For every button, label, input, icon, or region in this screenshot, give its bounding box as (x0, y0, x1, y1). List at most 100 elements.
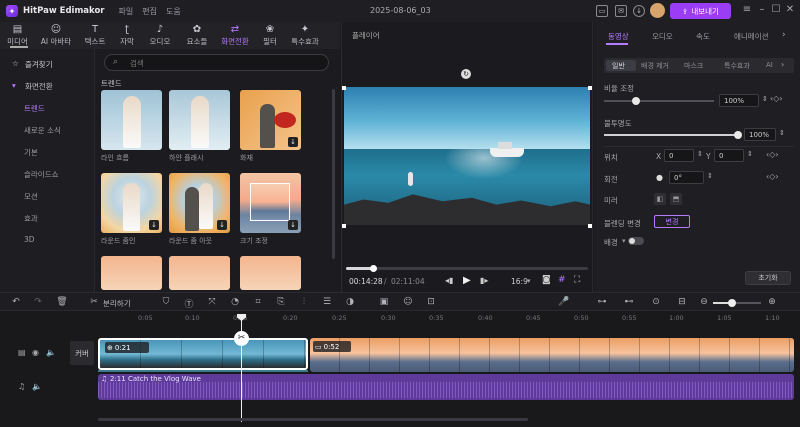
thumb-round-zoom-out[interactable]: ↓ (169, 173, 230, 233)
face-icon[interactable]: ☺ (402, 297, 414, 307)
section-transitions[interactable]: 화면전환 (25, 81, 53, 92)
chevron-down-icon[interactable]: ▾ (527, 277, 531, 285)
frame-handle[interactable] (588, 224, 592, 228)
scissors-icon[interactable]: ✂ (88, 297, 100, 307)
subtab-remove-bg[interactable]: 배경 제거 (641, 61, 669, 71)
link-icon[interactable]: ⊶ (596, 297, 608, 307)
message-icon[interactable]: ✉ (615, 5, 627, 17)
tool-transitions[interactable]: ⇄ 화면전환 (215, 22, 255, 49)
stepper-icon[interactable]: ⇕ (762, 95, 768, 103)
menu-edit[interactable]: 편집 (142, 6, 157, 17)
microphone-icon[interactable]: 🎤 (558, 297, 570, 307)
cover-button[interactable]: 커버 (70, 341, 94, 365)
next-frame-icon[interactable]: ▮▸ (480, 276, 488, 285)
blend-change-button[interactable]: 변경 (654, 215, 690, 228)
split-scissors-icon[interactable]: ✂ (234, 331, 249, 346)
keyframe-icon[interactable]: ‹◇› (766, 172, 779, 181)
monitor-icon[interactable]: ▭ (596, 5, 608, 17)
stepper-icon[interactable]: ⇕ (697, 150, 703, 158)
thumb-white-flash[interactable] (169, 90, 230, 150)
crop-icon[interactable]: ⌗ (252, 297, 264, 307)
stepper-icon[interactable]: ⇕ (779, 129, 785, 137)
fullscreen-icon[interactable]: ⛶ (574, 275, 580, 285)
frame-handle[interactable] (588, 86, 592, 90)
time-ruler[interactable]: 0:05 0:10 0:15 0:20 0:25 0:30 0:35 0:40 … (68, 311, 800, 323)
text-box-icon[interactable]: ▣ (378, 297, 390, 307)
frame-handle[interactable] (342, 224, 346, 228)
play-icon[interactable]: ▶ (463, 275, 471, 286)
tab-animation[interactable]: 애니메이션 (734, 31, 769, 42)
frame-handle[interactable] (342, 86, 346, 90)
subtab-effects[interactable]: 특수효과 (724, 61, 750, 71)
tab-speed[interactable]: 속도 (696, 31, 710, 42)
sidebar-item-basic[interactable]: 기본 (24, 147, 38, 158)
keyframe-icon[interactable]: ‹◇› (766, 150, 779, 159)
delete-icon[interactable]: 🗑 (56, 297, 68, 307)
image-icon[interactable]: ⊡ (425, 297, 437, 307)
favorites-item[interactable]: 즐겨찾기 (25, 59, 53, 70)
thumb-round-zoom-in[interactable]: ↓ (101, 173, 162, 233)
sidebar-item-motion[interactable]: 모션 (24, 191, 38, 202)
section-caret-icon[interactable]: ▾ (12, 81, 16, 90)
undo-icon[interactable]: ↶ (10, 297, 22, 307)
avatar[interactable] (650, 3, 665, 18)
tool-ai-avatar[interactable]: ☺ AI 아바타 (35, 22, 77, 49)
preview-icon[interactable]: ⊙ (650, 297, 662, 307)
text-overlay-icon[interactable]: Ⓣ (183, 297, 195, 310)
opacity-input[interactable]: 100% (744, 128, 776, 141)
favorites-star-icon[interactable]: ☆ (12, 59, 19, 68)
tool-audio[interactable]: ♪ 오디오 (141, 22, 179, 49)
zoom-in-icon[interactable]: ⊕ (766, 297, 778, 307)
zoom-knob[interactable] (728, 299, 736, 307)
scale-slider-knob[interactable] (632, 97, 640, 105)
split-track-icon[interactable]: ⊷ (623, 297, 635, 307)
tool-filter[interactable]: ❀ 필터 (255, 22, 285, 49)
thumb-resize[interactable]: ↓ (240, 173, 301, 233)
chevron-right-icon[interactable]: › (782, 30, 786, 40)
audio-track[interactable]: ♫ 2:11 Catch the Vlog Wave (98, 374, 794, 400)
download-icon[interactable]: ↓ (288, 220, 298, 230)
tool-subtitle[interactable]: ʈ 자막 (113, 22, 141, 49)
menu-file[interactable]: 파일 (119, 6, 134, 17)
sidebar-item-trend[interactable]: 트렌드 (24, 103, 45, 114)
tool-text[interactable]: T 텍스트 (77, 22, 113, 49)
timeline-scrollbar[interactable] (98, 418, 528, 421)
thumb-line-flow[interactable] (101, 90, 162, 150)
opacity-slider[interactable] (604, 131, 742, 139)
redo-icon[interactable]: ↷ (32, 297, 44, 307)
scale-slider[interactable] (604, 97, 714, 105)
export-button[interactable]: ⇪ 내보내기 (670, 3, 731, 19)
stepper-icon[interactable]: ⇕ (747, 150, 753, 158)
hamburger-menu-icon[interactable]: ≡ (741, 4, 753, 15)
color-icon[interactable]: ◑ (344, 297, 356, 307)
tab-audio[interactable]: 오디오 (652, 31, 673, 42)
download-icon[interactable]: ↓ (288, 137, 298, 147)
grid-icon[interactable]: # (558, 275, 566, 285)
maximize-icon[interactable]: ☐ (770, 4, 782, 15)
visibility-icon[interactable]: ◉ (32, 348, 39, 357)
track-layer-icon[interactable]: ▤ (18, 348, 26, 357)
tab-video[interactable]: 동영상 (608, 31, 629, 42)
subtab-ai[interactable]: AI (766, 61, 773, 69)
tool-media[interactable]: ▤ 미디어 (0, 22, 35, 49)
menu-help[interactable]: 도움 (166, 6, 181, 17)
sidebar-item-new[interactable]: 새로운 소식 (24, 125, 61, 136)
volume-icon[interactable]: 🔈 (32, 382, 42, 391)
rotate-handle-icon[interactable]: ↻ (461, 69, 471, 79)
download-icon[interactable]: ↓ (149, 220, 159, 230)
minimize-icon[interactable]: – (756, 4, 768, 15)
pos-y-input[interactable]: 0 (714, 149, 744, 162)
volume-icon[interactable]: 🔈 (46, 348, 56, 357)
close-icon[interactable]: ✕ (784, 4, 796, 15)
zoom-slider[interactable] (713, 299, 761, 307)
search-input[interactable]: ⌕ 검색 (104, 54, 329, 71)
thumb-fire[interactable]: ↓ (240, 90, 301, 150)
speed-icon[interactable]: ◔ (229, 297, 241, 307)
zoom-fit-icon[interactable]: ⊟ (676, 297, 688, 307)
aspect-ratio-select[interactable]: 16:9 (511, 277, 528, 286)
rotate-dial-icon[interactable]: ● (656, 173, 663, 182)
scale-input[interactable]: 100% (719, 94, 759, 107)
reset-button[interactable]: 초기화 (745, 271, 791, 285)
keyframe-icon[interactable]: ‹◇› (770, 94, 783, 103)
prev-frame-icon[interactable]: ◂▮ (445, 276, 453, 285)
